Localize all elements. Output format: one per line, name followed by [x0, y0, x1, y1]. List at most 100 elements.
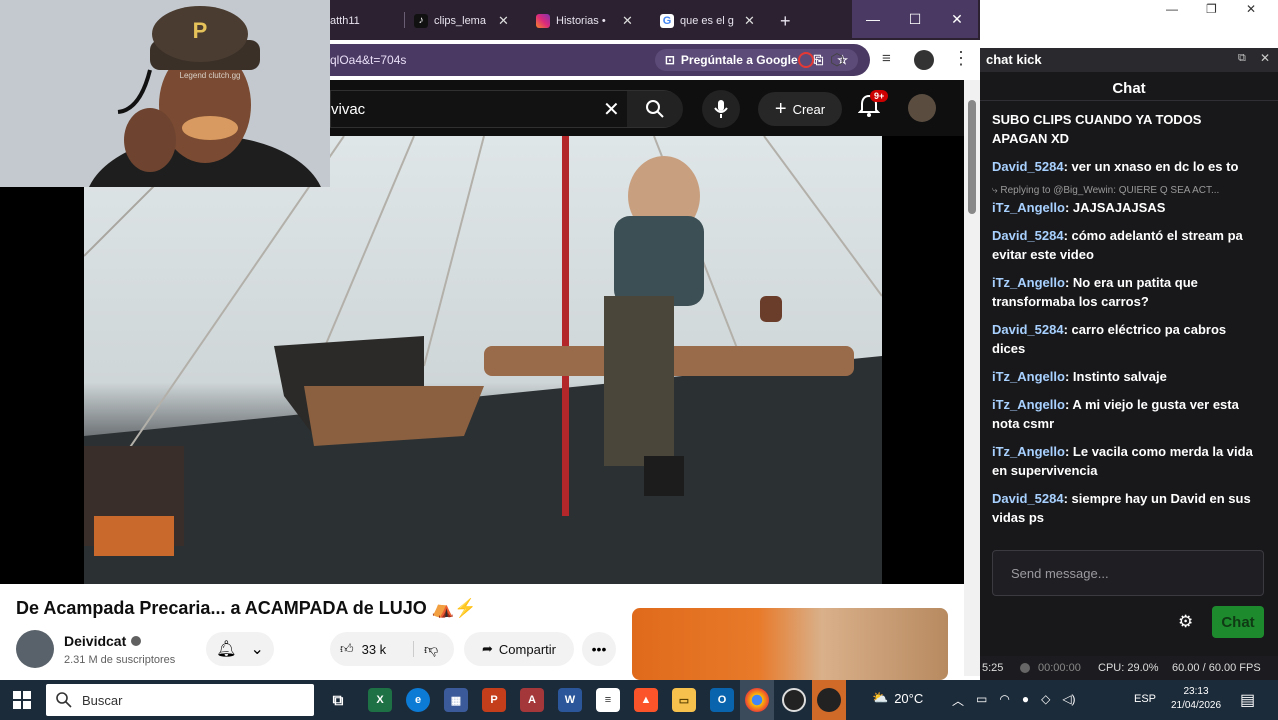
channel-name[interactable]: Deividcat — [64, 633, 142, 649]
chat-settings-icon[interactable]: ⚙ — [1178, 612, 1193, 632]
close-button[interactable]: ✕ — [1246, 2, 1256, 16]
language-indicator[interactable]: ESP — [1134, 693, 1156, 705]
streamer-camera: P Legend clutch.gg — [0, 0, 330, 187]
chat-username[interactable]: David_5284 — [992, 322, 1064, 337]
windows-start-icon[interactable] — [10, 688, 34, 712]
chat-window: — ❐ ✕ chat kick ⧉ ✕ Chat SUBO CLIPS CUAN… — [980, 0, 1278, 680]
subscription-bell-button[interactable]: 🔔︎ ⌄ — [206, 632, 274, 666]
tab-label: Historias • — [556, 15, 606, 27]
chat-window-titlebar: — ❐ ✕ — [980, 0, 1278, 48]
dislike-button[interactable]: 👎︎ — [414, 641, 438, 658]
record-indicator-icon — [1020, 663, 1030, 673]
chevron-up-icon[interactable]: ︿ — [952, 692, 964, 709]
windows-taskbar: Buscar ⧉ X e ▦ P A W ≡ ▲ ▭ O ⛅ 20°C ︿ ▭ … — [0, 680, 1278, 720]
close-window-button[interactable]: ✕ — [936, 0, 978, 38]
reply-context: ⤷ Replying to @Big_Wewin: QUIERE Q SEA A… — [992, 185, 1220, 196]
close-dock-icon[interactable]: ✕ — [1260, 51, 1270, 65]
notepad-icon[interactable]: ≡ — [596, 688, 620, 712]
address-bar[interactable]: qlOa4&t=704s ⊡ Pregúntale a Google ⎘ ☆ — [330, 44, 870, 76]
minimize-button[interactable]: — — [1166, 2, 1178, 16]
search-button[interactable] — [627, 91, 683, 127]
notifications-icon[interactable]: ▤ — [1240, 690, 1255, 710]
word-icon[interactable]: W — [558, 688, 582, 712]
share-button[interactable]: ➦ Compartir — [464, 632, 574, 666]
volume-icon[interactable]: ◁) — [1062, 692, 1075, 709]
undock-icon[interactable]: ⧉ — [1238, 52, 1246, 65]
chat-messages: SUBO CLIPS CUANDO YA TODOS APAGAN XD Dav… — [980, 110, 1270, 536]
tab-divider — [404, 12, 405, 28]
video-player[interactable] — [0, 136, 964, 584]
more-actions-button[interactable]: ••• — [582, 632, 616, 666]
tab-twitch[interactable]: atth11 — [330, 8, 402, 34]
chat-username[interactable]: David_5284 — [992, 491, 1064, 506]
taskbar-search[interactable]: Buscar — [46, 684, 314, 716]
edge-icon[interactable]: e — [406, 688, 430, 712]
brave-icon[interactable]: ▲ — [634, 688, 658, 712]
chat-input[interactable]: Send message... — [992, 550, 1264, 596]
send-chat-button[interactable]: Chat — [1212, 606, 1264, 638]
weather-widget[interactable]: ⛅ 20°C — [872, 690, 923, 706]
store-icon[interactable]: ▦ — [444, 688, 468, 712]
chat-message: iTz_Angello: Instinto salvaje — [992, 369, 1167, 384]
microphone-icon[interactable]: ● — [1022, 692, 1029, 709]
page-scrollbar[interactable] — [964, 80, 980, 676]
close-tab-icon[interactable]: ✕ — [622, 13, 633, 29]
menu-dots-icon[interactable]: ⋮ — [952, 48, 970, 69]
access-icon[interactable]: A — [520, 688, 544, 712]
ask-google-button[interactable]: ⊡ Pregúntale a Google ⎘ ☆ — [654, 49, 858, 71]
clear-search-icon[interactable]: ✕ — [603, 97, 620, 122]
notifications-button[interactable]: 9+ — [857, 90, 889, 123]
search-input[interactable]: vivac ✕ — [330, 90, 683, 128]
minimize-button[interactable]: — — [852, 0, 894, 38]
tab-tiktok[interactable]: ♪ clips_lema ✕ — [414, 8, 514, 34]
dock-header: chat kick ⧉ ✕ — [980, 48, 1278, 72]
tab-instagram[interactable]: Historias • ✕ — [536, 8, 640, 34]
task-view-icon[interactable]: ⧉ — [326, 688, 350, 712]
video-frame[interactable] — [84, 136, 882, 584]
tab-google[interactable]: G que es el g ✕ — [660, 8, 764, 34]
google-icon: G — [660, 14, 674, 28]
install-icon[interactable]: ⎘ — [814, 53, 824, 68]
record-icon[interactable] — [798, 52, 814, 68]
chat-message: David_5284: siempre hay un David en sus … — [992, 491, 1251, 525]
extensions-icon[interactable]: ⬡ — [830, 50, 844, 70]
close-tab-icon[interactable]: ✕ — [744, 13, 755, 29]
file-explorer-icon[interactable]: ▭ — [672, 688, 696, 712]
wifi-icon[interactable]: ◇ — [1041, 692, 1050, 709]
battery-icon[interactable]: ▭ — [976, 692, 987, 709]
channel-avatar[interactable] — [16, 630, 54, 668]
chat-username[interactable]: iTz_Angello — [992, 275, 1065, 290]
profile-avatar[interactable] — [914, 50, 934, 70]
chat-username[interactable]: David_5284 — [992, 159, 1064, 174]
create-button[interactable]: + Crear — [758, 92, 842, 126]
chat-username[interactable]: David_5284 — [992, 228, 1064, 243]
ad-banner[interactable] — [632, 608, 948, 680]
chat-username[interactable]: iTz_Angello — [992, 444, 1065, 459]
obs-icon[interactable] — [782, 688, 806, 712]
clock[interactable]: 23:13 21/04/2026 — [1166, 685, 1226, 713]
close-tab-icon[interactable]: ✕ — [498, 13, 509, 29]
more-dots-icon: ••• — [591, 641, 607, 657]
media-control-icon[interactable]: ≡ — [882, 50, 891, 67]
search-icon — [56, 692, 72, 708]
chat-username[interactable]: iTz_Angello — [992, 200, 1065, 215]
weather-icon: ⛅ — [872, 690, 889, 705]
like-button[interactable]: 👍︎ 33 k — [330, 641, 414, 657]
voice-search-button[interactable] — [702, 90, 740, 128]
maximize-button[interactable]: ☐ — [894, 0, 936, 38]
system-tray: ︿ ▭ ◠ ● ◇ ◁) — [952, 692, 1076, 709]
chat-username[interactable]: iTz_Angello — [992, 397, 1065, 412]
app-icon[interactable] — [817, 688, 841, 712]
webcam-overlay: P Legend clutch.gg — [0, 0, 330, 187]
restore-button[interactable]: ❐ — [1206, 2, 1217, 16]
scrollbar-thumb[interactable] — [968, 100, 976, 214]
chat-username[interactable]: iTz_Angello — [992, 369, 1065, 384]
excel-icon[interactable]: X — [368, 688, 392, 712]
outlook-icon[interactable]: O — [710, 688, 734, 712]
network-icon[interactable]: ◠ — [999, 692, 1009, 709]
new-tab-button[interactable]: + — [780, 8, 791, 34]
powerpoint-icon[interactable]: P — [482, 688, 506, 712]
tab-label: atth11 — [330, 15, 360, 27]
chrome-icon[interactable] — [745, 688, 769, 712]
account-avatar[interactable] — [908, 94, 936, 122]
